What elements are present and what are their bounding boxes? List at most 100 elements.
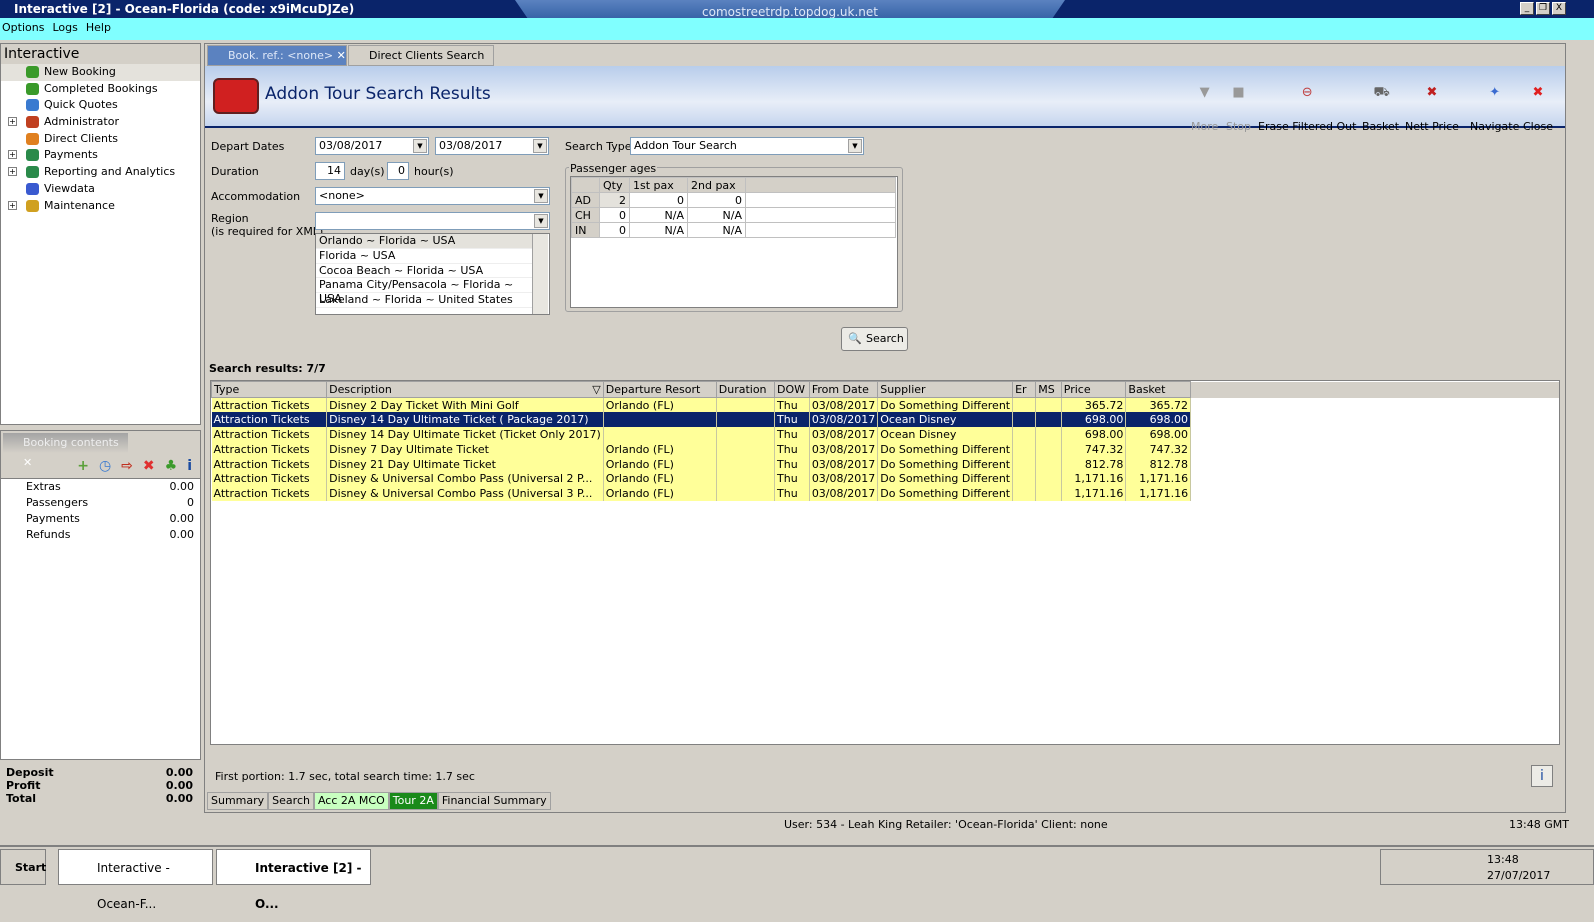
navigate-button[interactable]: ✦ Navigate (1470, 86, 1519, 134)
close-window-button[interactable]: X (1552, 2, 1566, 15)
expand-icon[interactable]: + (8, 150, 17, 160)
region-list[interactable]: Orlando ~ Florida ~ USA Florida ~ USA Coco… (315, 233, 550, 315)
sidebar-item[interactable]: New Booking (1, 64, 200, 81)
header-label: Basket (1128, 383, 1166, 396)
clock-date: 27/07/2017 (1487, 869, 1551, 882)
column-header[interactable]: Basket (1125, 381, 1192, 398)
expand-icon[interactable]: + (8, 200, 17, 210)
sidebar-item[interactable]: + Payments (1, 147, 200, 164)
bottom-tab[interactable]: Search (268, 792, 314, 810)
menu-logs[interactable]: Logs (52, 21, 77, 34)
taskbar-item-active[interactable]: Interactive [2] - O... (216, 849, 371, 911)
region-option[interactable]: Florida ~ USA (316, 249, 534, 264)
column-header[interactable]: From Date (808, 381, 879, 398)
pax-cell[interactable]: 0 (599, 222, 630, 238)
total-value: 0.00 (165, 792, 193, 805)
info-icon[interactable]: i (187, 458, 192, 474)
chevron-down-icon[interactable]: ▼ (533, 139, 547, 153)
depart-to-date[interactable]: 03/08/2017 ▼ (435, 137, 549, 155)
info-button[interactable]: i (1531, 765, 1553, 787)
column-header[interactable]: Departure Resort (602, 381, 717, 398)
table-row[interactable]: Attraction Tickets Disney & Universal Com… (211, 486, 1559, 502)
search-type-select[interactable]: Addon Tour Search ▼ (630, 137, 864, 155)
menu-options[interactable]: Options (2, 21, 44, 34)
erase-filtered-out-button[interactable]: ⊖ Erase Filtered Out (1258, 86, 1356, 134)
menu-help[interactable]: Help (86, 21, 111, 34)
duration-days-input[interactable]: 14 (315, 162, 345, 180)
bottom-tab[interactable]: Summary (207, 792, 269, 810)
pax-cell[interactable]: N/A (687, 207, 746, 223)
pax-cell[interactable]: N/A (629, 207, 688, 223)
bottom-tab[interactable]: Tour 2A (388, 792, 438, 810)
column-header[interactable]: Er (1012, 381, 1037, 398)
delete-icon[interactable]: ✖ (143, 458, 155, 474)
filter-icon[interactable]: ▽ (592, 383, 600, 396)
nett-price-button[interactable]: ✖ Nett Price (1405, 86, 1459, 134)
palm-tree-icon[interactable]: ♣ (165, 458, 178, 474)
chevron-down-icon[interactable]: ▼ (534, 189, 548, 203)
tab-direct-clients-search[interactable]: Direct Clients Search (348, 45, 494, 66)
column-header[interactable]: Supplier (877, 381, 1014, 398)
minimize-button[interactable]: _ (1520, 2, 1534, 15)
sidebar-item[interactable]: Quick Quotes (1, 97, 200, 114)
table-row[interactable]: Attraction Tickets Disney 14 Day Ultimate… (211, 427, 1559, 442)
pax-cell[interactable]: 0 (687, 192, 746, 208)
region-option[interactable]: Orlando ~ Florida ~ USA (316, 234, 534, 249)
expand-icon[interactable]: + (8, 167, 17, 177)
basket-transfer-icon[interactable]: ⇨ (121, 458, 133, 474)
region-option[interactable]: Lakeland ~ Florida ~ United States (316, 293, 534, 308)
table-row[interactable]: Attraction Tickets Disney & Universal Com… (211, 471, 1559, 487)
table-row[interactable]: Attraction Tickets Disney 21 Day Ultimate… (211, 456, 1559, 472)
taskbar-item[interactable]: Interactive - Ocean-F... (58, 849, 213, 911)
close-tab-icon[interactable]: ✕ (337, 49, 346, 62)
pax-cell[interactable]: N/A (629, 222, 688, 238)
tab-booking-ref[interactable]: Book. ref.: <none> ✕ (207, 45, 347, 66)
region-option[interactable]: Cocoa Beach ~ Florida ~ USA (316, 264, 534, 279)
pax-cell[interactable]: N/A (687, 222, 746, 238)
basket-button[interactable]: ⛟ Basket (1362, 86, 1399, 134)
table-cell: 03/08/2017 (809, 456, 879, 472)
close-icon[interactable]: ✕ (23, 456, 32, 469)
more-button[interactable]: ▼ More (1191, 86, 1218, 134)
pax-cell[interactable]: 0 (629, 192, 688, 208)
column-header[interactable]: Description ▽ (326, 381, 604, 398)
region-list-scrollbar[interactable] (532, 234, 548, 314)
chevron-down-icon[interactable]: ▼ (413, 139, 427, 153)
pax-cell[interactable]: 2 (599, 192, 630, 208)
column-header[interactable]: DOW (774, 381, 810, 398)
sidebar-item[interactable]: Viewdata (1, 181, 200, 198)
sidebar-item[interactable]: + Maintenance (1, 198, 200, 215)
accommodation-select[interactable]: <none> ▼ (315, 187, 550, 205)
sidebar-item[interactable]: Direct Clients (1, 131, 200, 148)
column-header[interactable]: Duration (715, 381, 776, 398)
close-button[interactable]: ✖ Close (1523, 86, 1553, 134)
region-select[interactable]: ▼ (315, 212, 550, 230)
expand-icon[interactable]: + (8, 117, 17, 127)
table-row[interactable]: Attraction Tickets Disney 2 Day Ticket Wi… (211, 397, 1559, 413)
search-button[interactable]: 🔍 Search (841, 327, 908, 351)
sidebar-item[interactable]: Completed Bookings (1, 81, 200, 98)
column-header[interactable]: Price (1060, 381, 1127, 398)
restore-button[interactable]: ❐ (1536, 2, 1550, 15)
column-header[interactable]: MS (1035, 381, 1062, 398)
value: Addon Tour Search (634, 139, 737, 152)
table-row[interactable]: Attraction Tickets Disney 7 Day Ultimate … (211, 441, 1559, 457)
booking-contents-tab[interactable]: Booking contents ✕ (3, 433, 128, 469)
depart-from-date[interactable]: 03/08/2017 ▼ (315, 137, 429, 155)
pax-cell[interactable]: 0 (599, 207, 630, 223)
sidebar-item[interactable]: + Reporting and Analytics (1, 164, 200, 181)
start-button[interactable]: Start (0, 849, 46, 885)
table-row[interactable]: Attraction Tickets Disney 14 Day Ultimate… (211, 412, 1559, 428)
column-header[interactable]: Type (210, 381, 328, 398)
region-option[interactable]: Panama City/Pensacola ~ Florida ~ USA (316, 278, 534, 305)
menu-bar: Options Logs Help (0, 18, 1594, 40)
chevron-down-icon[interactable]: ▼ (534, 214, 548, 228)
stop-button[interactable]: ■ Stop (1226, 86, 1251, 134)
add-icon[interactable]: + (77, 458, 89, 474)
clock-icon[interactable]: ◷ (99, 458, 111, 474)
chevron-down-icon[interactable]: ▼ (848, 139, 862, 153)
bottom-tab[interactable]: Financial Summary (437, 792, 551, 810)
bottom-tab[interactable]: Acc 2A MCO (313, 792, 389, 810)
duration-hours-input[interactable]: 0 (387, 162, 409, 180)
sidebar-item[interactable]: + Administrator (1, 114, 200, 131)
